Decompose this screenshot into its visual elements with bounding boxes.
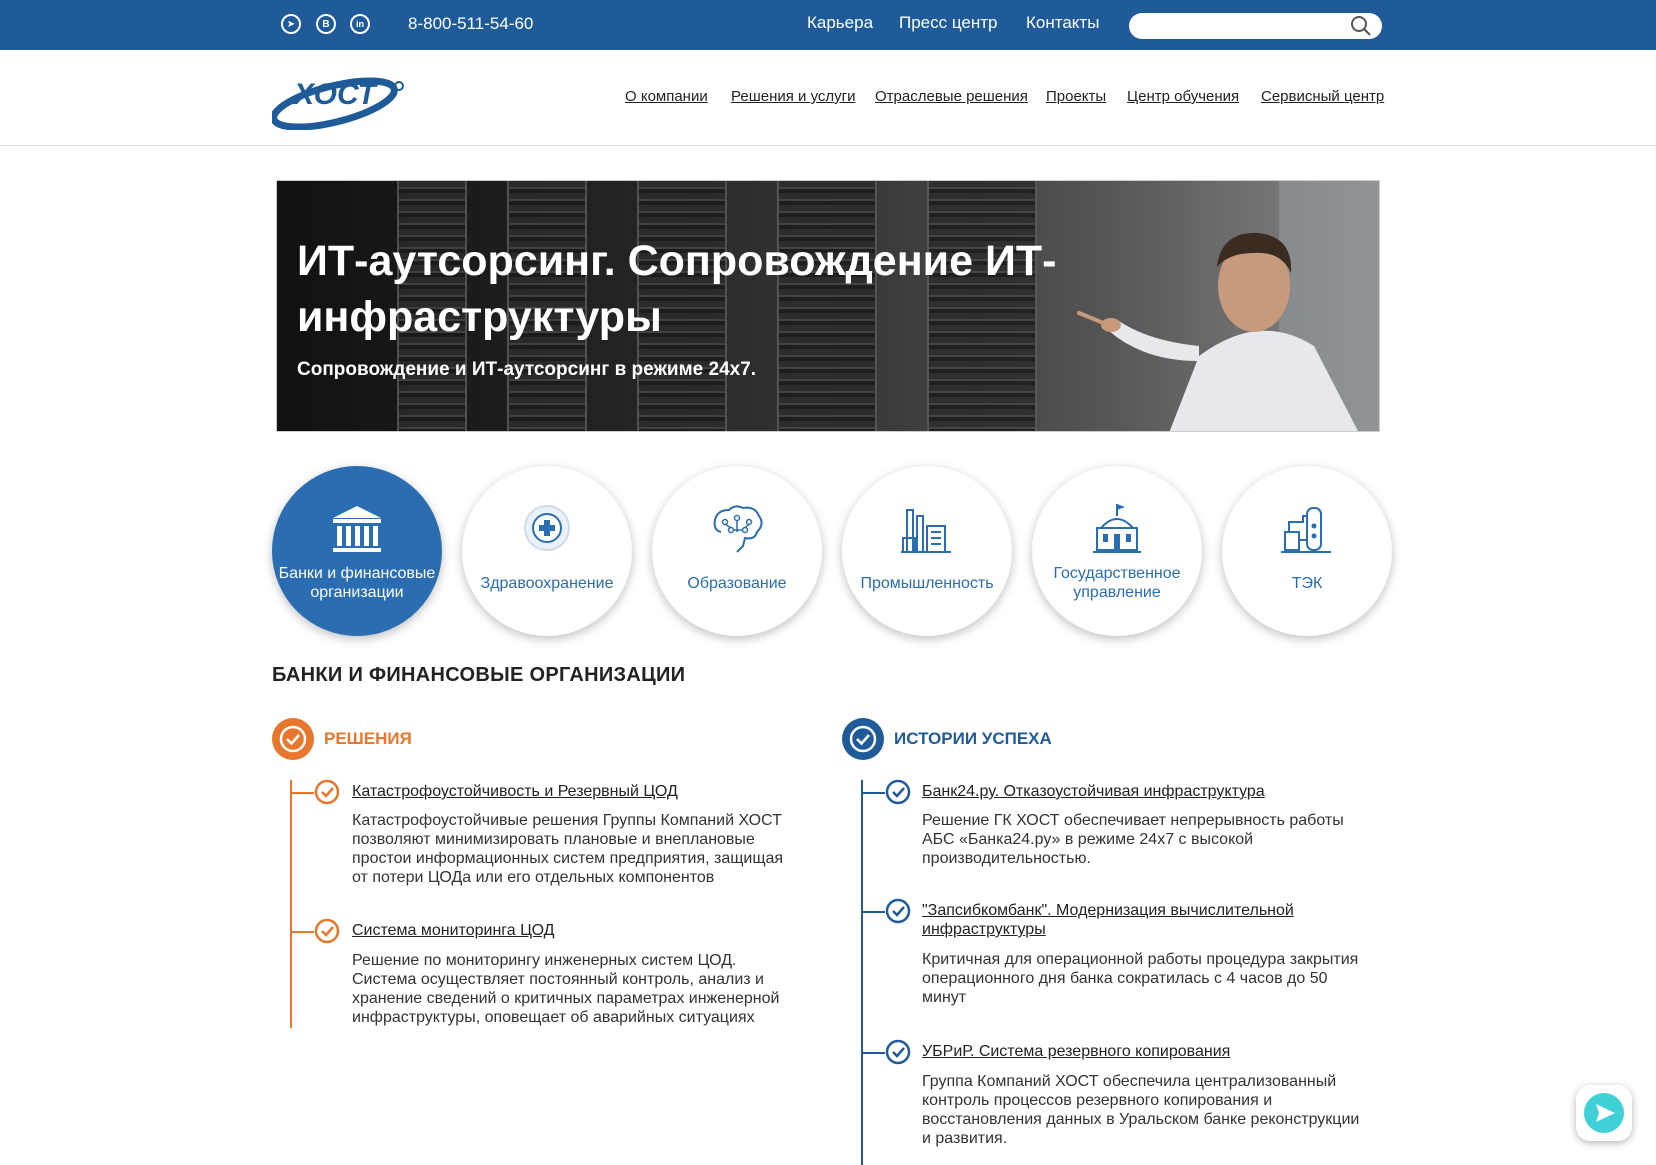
host-logo[interactable]: ХОСТ [270, 68, 408, 131]
solution-description: хранение сведений о критичных параметрах… [352, 990, 780, 1007]
timeline-connector [863, 1052, 885, 1054]
check-icon [314, 779, 340, 805]
solution-description: Катастрофоустойчивые решения Группы Комп… [352, 812, 782, 829]
check-icon [885, 1039, 911, 1065]
nav-projects[interactable]: Проекты [1046, 88, 1106, 105]
category-education[interactable]: Образование [652, 466, 822, 636]
category-banks[interactable]: Банки и финансовые организации [272, 466, 442, 636]
nav-training[interactable]: Центр обучения [1127, 88, 1239, 105]
check-badge-icon [842, 718, 884, 760]
nav-service[interactable]: Сервисный центр [1261, 88, 1384, 105]
solutions-timeline [290, 780, 292, 1028]
timeline-connector [292, 792, 314, 794]
category-label: Образование [687, 575, 787, 592]
nav-about[interactable]: О компании [625, 88, 708, 105]
check-icon [314, 918, 340, 944]
story-link[interactable]: "Запсибкомбанк". Модернизация вычислител… [922, 901, 1294, 920]
section-title: БАНКИ И ФИНАНСОВЫЕ ОРГАНИЗАЦИИ [272, 664, 686, 686]
svg-text:ХОСТ: ХОСТ [292, 78, 378, 111]
check-icon [885, 779, 911, 805]
story-description: Критичная для операционной работы процед… [922, 951, 1359, 968]
check-badge-icon [272, 718, 314, 760]
government-icon [1093, 504, 1141, 553]
story-link[interactable]: инфраструктуры [922, 920, 1046, 939]
story-description: Решение ГК ХОСТ обеспечивает непрерывнос… [922, 812, 1344, 829]
hero-banner: ИТ-аутсорсинг. Сопровождение ИТ-инфрастр… [276, 180, 1380, 432]
story-description: и развития. [922, 1130, 1008, 1147]
search-input[interactable] [1141, 16, 1341, 36]
category-energy[interactable]: ТЭК [1222, 466, 1392, 636]
hero-title: ИТ-аутсорсинг. Сопровождение ИТ-инфрастр… [297, 237, 1057, 341]
solutions-heading: РЕШЕНИЯ [272, 718, 412, 760]
telegram-icon[interactable]: ➤ [281, 14, 301, 34]
category-label: ТЭК [1291, 575, 1323, 592]
category-label: Здравоохранение [480, 575, 614, 592]
bank-icon [333, 506, 381, 552]
energy-icon [1281, 507, 1331, 553]
story-description: производительностью. [922, 850, 1091, 867]
solution-description: Решение по мониторингу инженерных систем… [352, 952, 737, 969]
category-label: Промышленность [860, 575, 994, 592]
search-icon[interactable] [1350, 15, 1372, 37]
stories-heading: ИСТОРИИ УСПЕХА [842, 718, 1052, 760]
healthcare-icon [524, 505, 570, 551]
press-center-link[interactable]: Пресс центр [899, 13, 997, 33]
story-description: АБС «Банка24.ру» в режиме 24х7 с высокой [922, 831, 1254, 848]
solutions-heading-text: РЕШЕНИЯ [324, 729, 412, 748]
career-link[interactable]: Карьера [807, 13, 873, 33]
solution-description: от потери ЦОДа или его отдельных компоне… [352, 869, 715, 886]
check-icon [885, 898, 911, 924]
story-description: операционного дня банка сократилась с 4 … [922, 970, 1328, 987]
category-label: Государственное [1053, 565, 1181, 582]
story-description: контроль процессов резервного копировани… [922, 1092, 1273, 1109]
solution-link[interactable]: Система мониторинга ЦОД [352, 921, 555, 940]
stories-timeline [861, 780, 863, 1165]
story-description: Группа Компаний ХОСТ обеспечила централи… [922, 1073, 1337, 1090]
story-description: восстановления данных в Уральском банке … [922, 1111, 1360, 1128]
category-healthcare[interactable]: Здравоохранение [462, 466, 632, 636]
story-link[interactable]: УБРиР. Система резервного копирования [922, 1042, 1230, 1061]
timeline-connector [863, 911, 885, 913]
category-label: Банки и финансовые [278, 565, 436, 582]
solution-description: простои информационных систем предприяти… [352, 850, 784, 867]
chat-widget-button[interactable] [1576, 1085, 1632, 1141]
solution-description: Система осуществляет постоянный контроль… [352, 971, 764, 988]
chat-icon [1584, 1093, 1624, 1133]
brain-icon [713, 505, 763, 553]
timeline-connector [863, 792, 885, 794]
solution-description: позволяют минимизировать плановые и внеп… [352, 831, 755, 848]
solution-link[interactable]: Катастрофоустойчивость и Резервный ЦОД [352, 782, 678, 801]
category-label: управление [1073, 584, 1161, 601]
category-industry[interactable]: Промышленность [842, 466, 1012, 636]
nav-solutions[interactable]: Решения и услуги [731, 88, 856, 105]
factory-icon [901, 509, 951, 553]
linkedin-icon[interactable]: in [350, 14, 370, 34]
vk-icon[interactable]: B [316, 14, 336, 34]
category-label: организации [310, 584, 404, 601]
hero-subtitle: Сопровождение и ИТ-аутсорсинг в режиме 2… [297, 359, 757, 380]
solution-description: инфраструктуры, оповещает об аварийных с… [352, 1009, 755, 1026]
site-header: ХОСТ О компании Решения и услуги Отрасле… [0, 50, 1656, 146]
phone-number[interactable]: 8-800-511-54-60 [408, 14, 533, 34]
story-description: минут [922, 989, 967, 1006]
top-bar: ➤ B in 8-800-511-54-60 Карьера Пресс цен… [0, 0, 1656, 50]
timeline-connector [292, 931, 314, 933]
stories-heading-text: ИСТОРИИ УСПЕХА [894, 729, 1052, 748]
category-government[interactable]: Государственное управление [1032, 466, 1202, 636]
search-box[interactable] [1129, 13, 1382, 39]
story-link[interactable]: Банк24.ру. Отказоустойчивая инфраструкту… [922, 782, 1265, 801]
contacts-link[interactable]: Контакты [1026, 13, 1099, 33]
nav-industry[interactable]: Отраслевые решения [875, 88, 1028, 105]
